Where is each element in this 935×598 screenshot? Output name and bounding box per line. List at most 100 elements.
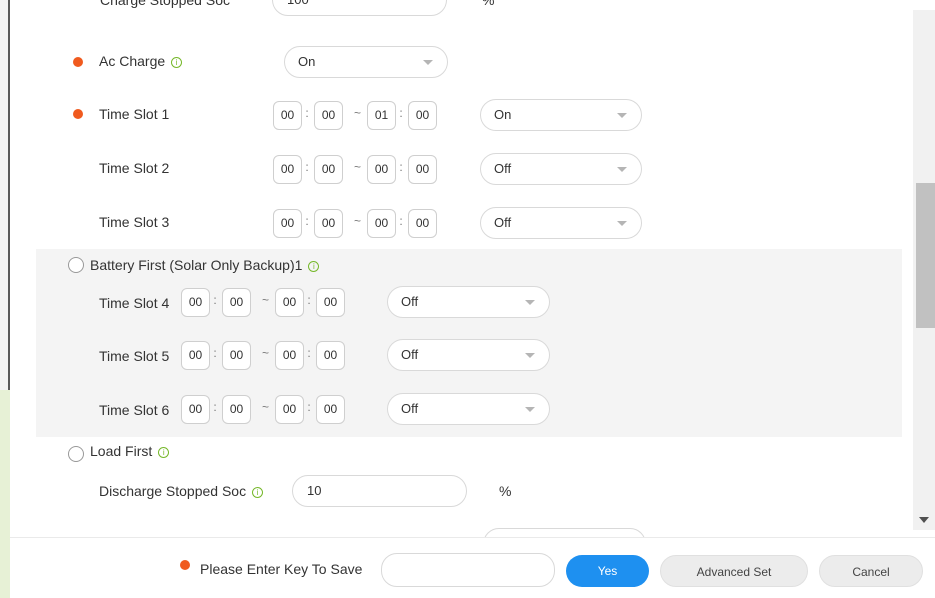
time-slot-2-state: Off	[494, 161, 512, 176]
time-slot-3-start-minute[interactable]: 00	[314, 209, 343, 238]
charge-stopped-soc-input[interactable]: 100	[272, 0, 447, 16]
discharge-stopped-soc-input[interactable]: 10	[292, 475, 467, 507]
chevron-down-icon	[525, 353, 535, 358]
save-required-dot	[180, 560, 190, 570]
time-slot-1-end-minute[interactable]: 00	[408, 101, 437, 130]
info-icon[interactable]: i	[158, 447, 170, 458]
battery-first-label-text: Battery First (Solar Only Backup)1	[90, 257, 303, 273]
yes-button[interactable]: Yes	[566, 555, 649, 587]
load-first-radio[interactable]	[68, 446, 84, 462]
time-separator: :	[399, 214, 403, 228]
time-slot-1-end-hour[interactable]: 01	[367, 101, 396, 130]
time-slot-5-start-hour[interactable]: 00	[181, 341, 210, 370]
chevron-down-icon	[525, 407, 535, 412]
chevron-down-icon	[617, 167, 627, 172]
time-slot-1-label: Time Slot 1	[99, 106, 170, 122]
time-slot-3-end-hour[interactable]: 00	[367, 209, 396, 238]
time-slot-2-state-select[interactable]: Off	[480, 153, 642, 185]
time-slot-5-state: Off	[401, 347, 419, 362]
time-separator: :	[307, 293, 311, 307]
time-slot-3-state: Off	[494, 215, 512, 230]
time-slot-2-end-minute[interactable]: 00	[408, 155, 437, 184]
save-key-prompt: Please Enter Key To Save	[200, 561, 363, 577]
time-slot-6-start-hour[interactable]: 00	[181, 395, 210, 424]
discharge-stopped-soc-label-text: Discharge Stopped Soc	[99, 483, 247, 499]
time-slot-4-label: Time Slot 4	[99, 295, 170, 311]
time-separator: :	[399, 106, 403, 120]
info-icon[interactable]: i	[308, 261, 320, 272]
time-separator: :	[213, 346, 217, 360]
time-range-tilde: ~	[354, 214, 362, 228]
time-slot-5-label: Time Slot 5	[99, 348, 170, 364]
time-slot-2-start-minute[interactable]: 00	[314, 155, 343, 184]
time-slot-4-end-hour[interactable]: 00	[275, 288, 304, 317]
time-separator: :	[307, 400, 311, 414]
time-separator: :	[399, 160, 403, 174]
time-slot-3-end-minute[interactable]: 00	[408, 209, 437, 238]
time-slot-6-end-hour[interactable]: 00	[275, 395, 304, 424]
time-slot-6-end-minute[interactable]: 00	[316, 395, 345, 424]
time-separator: :	[305, 214, 309, 228]
time-slot-1-state: On	[494, 107, 512, 122]
ac-charge-label: Ac Charge i	[99, 53, 183, 69]
time-slot-6-start-minute[interactable]: 00	[222, 395, 251, 424]
chevron-down-icon	[423, 60, 433, 65]
chevron-down-icon	[617, 113, 627, 118]
time-slot-3-label: Time Slot 3	[99, 214, 170, 230]
time-slot-2-end-hour[interactable]: 00	[367, 155, 396, 184]
time-slot-6-label: Time Slot 6	[99, 402, 170, 418]
discharge-stopped-soc-unit: %	[499, 483, 512, 499]
time-range-tilde: ~	[354, 106, 362, 120]
discharge-stopped-soc-label: Discharge Stopped Soc i	[99, 483, 264, 499]
time-range-tilde: ~	[354, 160, 362, 174]
ac-charge-active-dot	[73, 57, 83, 67]
time-range-tilde: ~	[262, 400, 270, 414]
cancel-button[interactable]: Cancel	[819, 555, 923, 587]
time-slot-4-start-minute[interactable]: 00	[222, 288, 251, 317]
load-first-label-text: Load First	[90, 443, 153, 459]
chevron-down-icon	[525, 300, 535, 305]
time-slot-1-state-select[interactable]: On	[480, 99, 642, 131]
time-slot-1-start-minute[interactable]: 00	[314, 101, 343, 130]
charge-stopped-soc-label: Charge Stopped Soc	[100, 0, 230, 8]
time-slot-1-start-hour[interactable]: 00	[273, 101, 302, 130]
time-separator: :	[213, 400, 217, 414]
time-slot-6-state: Off	[401, 401, 419, 416]
time-slot-2-label: Time Slot 2	[99, 160, 170, 176]
time-separator: :	[305, 160, 309, 174]
time-range-tilde: ~	[262, 293, 270, 307]
time-slot-4-state: Off	[401, 294, 419, 309]
background-decoration	[0, 390, 10, 598]
info-icon[interactable]: i	[252, 487, 264, 498]
time-slot-4-state-select[interactable]: Off	[387, 286, 550, 318]
ac-charge-label-text: Ac Charge	[99, 53, 166, 69]
time-slot-6-state-select[interactable]: Off	[387, 393, 550, 425]
battery-first-label: Battery First (Solar Only Backup)1 i	[90, 257, 320, 273]
time-slot-2-start-hour[interactable]: 00	[273, 155, 302, 184]
charge-stopped-soc-unit: %	[482, 0, 495, 8]
time-slot-3-start-hour[interactable]: 00	[273, 209, 302, 238]
time-separator: :	[307, 346, 311, 360]
settings-modal: Charge Stopped Soc 100 % Ac Charge i On T…	[10, 0, 935, 598]
time-slot-5-state-select[interactable]: Off	[387, 339, 550, 371]
save-key-input[interactable]	[381, 553, 555, 587]
scroll-down-arrow-icon[interactable]	[919, 517, 929, 523]
scrollbar-thumb[interactable]	[916, 183, 935, 328]
time-slot-4-end-minute[interactable]: 00	[316, 288, 345, 317]
advanced-set-button[interactable]: Advanced Set	[660, 555, 808, 587]
time-slot-4-start-hour[interactable]: 00	[181, 288, 210, 317]
time-slot-5-end-minute[interactable]: 00	[316, 341, 345, 370]
time-separator: :	[213, 293, 217, 307]
time-slot-1-active-dot	[73, 109, 83, 119]
info-icon[interactable]: i	[171, 57, 183, 68]
time-slot-5-end-hour[interactable]: 00	[275, 341, 304, 370]
ac-charge-select[interactable]: On	[284, 46, 448, 78]
time-range-tilde: ~	[262, 346, 270, 360]
time-slot-5-start-minute[interactable]: 00	[222, 341, 251, 370]
battery-first-radio[interactable]	[68, 257, 84, 273]
time-separator: :	[305, 106, 309, 120]
load-first-label: Load First i	[90, 443, 170, 459]
footer-bar: Please Enter Key To Save Yes Advanced Se…	[10, 537, 935, 598]
time-slot-3-state-select[interactable]: Off	[480, 207, 642, 239]
chevron-down-icon	[617, 221, 627, 226]
